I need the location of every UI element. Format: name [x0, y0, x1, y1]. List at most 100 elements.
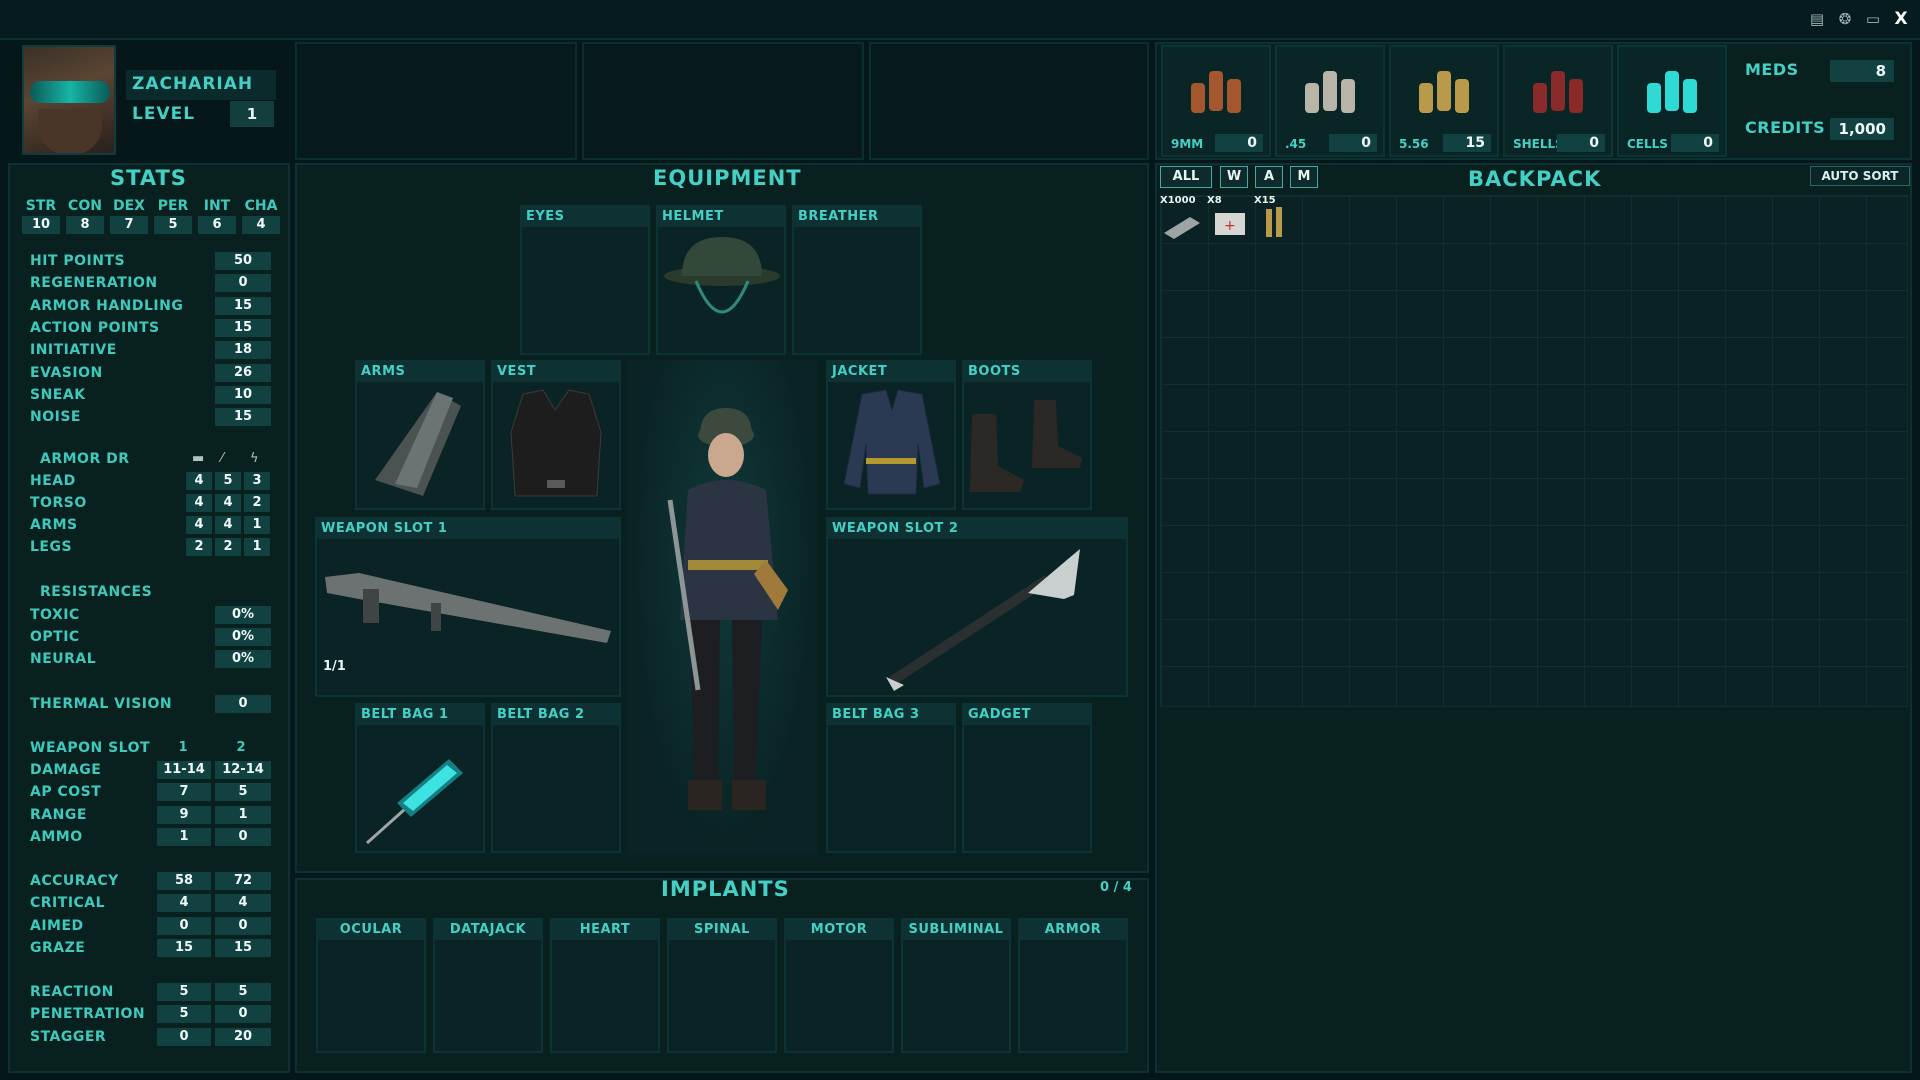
- attr-con-label: CON: [68, 198, 102, 214]
- aimed-slot1-value: 0: [157, 916, 211, 935]
- implant-slot-spinal[interactable]: SPINAL: [667, 918, 777, 1053]
- bullet-icon: ▬: [192, 451, 205, 466]
- implant-slot-motor[interactable]: MOTOR: [784, 918, 894, 1053]
- implant-slot-heart-label: HEART: [552, 920, 658, 940]
- ammo-9mm-icon: [1185, 59, 1249, 119]
- slot-eyes[interactable]: EYES: [520, 205, 650, 355]
- armor-head-value-3: 3: [244, 472, 270, 490]
- penetration-label: PENETRATION: [30, 1006, 146, 1023]
- armor-handling-label: ARMOR HANDLING: [30, 297, 184, 314]
- close-icon[interactable]: X: [1892, 10, 1910, 28]
- ammo-556-icon: [1413, 59, 1477, 119]
- armor-arms-label: ARMS: [30, 517, 78, 533]
- slot-vest[interactable]: VEST: [491, 360, 621, 510]
- slot-weapon-1[interactable]: WEAPON SLOT 1 1/1: [315, 517, 621, 697]
- implant-slot-armor[interactable]: ARMOR: [1018, 918, 1128, 1053]
- filter-a-button[interactable]: A: [1255, 166, 1283, 188]
- equipment-title: EQUIPMENT: [653, 166, 802, 190]
- ammo-tile-1[interactable]: 9MM 0: [1161, 45, 1271, 157]
- syringe-icon: [365, 759, 463, 845]
- critical-label: CRITICAL: [30, 895, 106, 912]
- stagger-slot2-value: 20: [215, 1027, 271, 1046]
- ammo-label: AMMO: [30, 828, 83, 845]
- armor-arms-value-3: 1: [244, 516, 270, 534]
- top-bar: ▤ ❂ ▭ X: [0, 0, 1920, 40]
- implant-slot-subliminal[interactable]: SUBLIMINAL: [901, 918, 1011, 1053]
- brain-icon[interactable]: ❂: [1836, 10, 1854, 28]
- backpack-item-3[interactable]: X15: [1254, 195, 1298, 237]
- attr-str-value: 10: [22, 216, 60, 234]
- arm-guard-icon: [375, 392, 461, 496]
- implant-slot-heart[interactable]: HEART: [550, 918, 660, 1053]
- filter-m-button[interactable]: M: [1290, 166, 1318, 188]
- level-label: LEVEL: [132, 104, 196, 124]
- attr-per-label: PER: [157, 198, 189, 214]
- credits-label: CREDITS: [1745, 118, 1826, 137]
- implant-slot-ocular-label: OCULAR: [318, 920, 424, 940]
- penetration-slot2-value: 0: [215, 1005, 271, 1024]
- slot-belt-bag-1[interactable]: BELT BAG 1: [355, 703, 485, 853]
- ammo-value-4: 0: [1557, 134, 1605, 152]
- slot-weapon-2[interactable]: WEAPON SLOT 2: [826, 517, 1128, 697]
- armor-dr-title: ARMOR DR: [40, 451, 130, 467]
- ammo-label-1: 9MM: [1171, 137, 1204, 151]
- thermal-vision-label: THERMAL VISION: [30, 696, 173, 712]
- implant-slot-spinal-label: SPINAL: [669, 920, 775, 940]
- backpack-item-2[interactable]: + X8: [1207, 195, 1251, 237]
- reaction-slot2-value: 5: [215, 983, 271, 1001]
- ammo-slot1-value: 1: [157, 827, 211, 846]
- ammo-label-5: CELLS: [1627, 137, 1668, 151]
- implant-slot-datajack[interactable]: DATAJACK: [433, 918, 543, 1053]
- ammo-tile-4[interactable]: SHELLS 0: [1503, 45, 1613, 157]
- filter-w-button[interactable]: W: [1220, 166, 1248, 188]
- monitor-icon[interactable]: ▭: [1864, 10, 1882, 28]
- accuracy-slot1-value: 58: [157, 872, 211, 890]
- slot-belt-bag-2[interactable]: BELT BAG 2: [491, 703, 621, 853]
- range-slot1-value: 9: [157, 805, 211, 824]
- critical-slot1-value: 4: [157, 894, 211, 913]
- character-name: ZACHARIAH: [132, 74, 254, 94]
- backpack-grid[interactable]: [1160, 195, 1908, 707]
- armor-torso-value-2: 4: [215, 494, 241, 512]
- graze-slot2-value: 15: [215, 938, 271, 957]
- ammo-label-2: .45: [1285, 137, 1307, 151]
- slot-weapon-1-label: WEAPON SLOT 1: [317, 519, 619, 539]
- slot-helmet-label: HELMET: [658, 207, 784, 227]
- ammo-tile-3[interactable]: 5.56 15: [1389, 45, 1499, 157]
- ammo-tile-5[interactable]: CELLS 0: [1617, 45, 1727, 157]
- empty-bay-3: [869, 42, 1149, 160]
- blade-icon: ⁄: [221, 451, 224, 466]
- ammo-tile-2[interactable]: .45 0: [1275, 45, 1385, 157]
- armor-legs-value-3: 1: [244, 538, 270, 556]
- slot-jacket[interactable]: JACKET: [826, 360, 956, 510]
- attr-dex-label: DEX: [113, 198, 145, 214]
- weapon-1-ammo-count: 1/1: [323, 659, 346, 674]
- filter-all-button[interactable]: ALL: [1160, 166, 1212, 188]
- aimed-label: AIMED: [30, 917, 84, 934]
- jacket-icon: [843, 389, 941, 495]
- resist-neural-label: NEURAL: [30, 651, 97, 667]
- slot-gadget[interactable]: GADGET: [962, 703, 1092, 853]
- ap-cost-slot2-value: 5: [215, 783, 271, 802]
- slot-belt-bag-3[interactable]: BELT BAG 3: [826, 703, 956, 853]
- slot-boots[interactable]: BOOTS: [962, 360, 1092, 510]
- attr-dex-value: 7: [110, 216, 148, 234]
- regeneration-label: REGENERATION: [30, 275, 158, 292]
- slot-arms-label: ARMS: [357, 362, 483, 382]
- slot-helmet[interactable]: HELMET: [656, 205, 786, 355]
- notes-icon[interactable]: ▤: [1808, 10, 1826, 28]
- damage-slot2-value: 12-14: [215, 761, 271, 779]
- slot-arms[interactable]: ARMS: [355, 360, 485, 510]
- slot-breather[interactable]: BREATHER: [792, 205, 922, 355]
- auto-sort-button[interactable]: AUTO SORT: [1810, 166, 1910, 186]
- character-portrait[interactable]: [22, 45, 116, 155]
- ammo-value-3: 15: [1443, 134, 1491, 152]
- backpack-item-1[interactable]: X1000: [1160, 195, 1204, 239]
- hit-points-label: HIT POINTS: [30, 253, 126, 269]
- implant-slot-ocular[interactable]: OCULAR: [316, 918, 426, 1053]
- range-slot2-value: 1: [215, 805, 271, 824]
- boots-icon: [970, 400, 1082, 492]
- weapon-col-2: 2: [236, 740, 246, 755]
- implant-slot-subliminal-label: SUBLIMINAL: [903, 920, 1009, 940]
- armor-legs-value-2: 2: [215, 538, 241, 556]
